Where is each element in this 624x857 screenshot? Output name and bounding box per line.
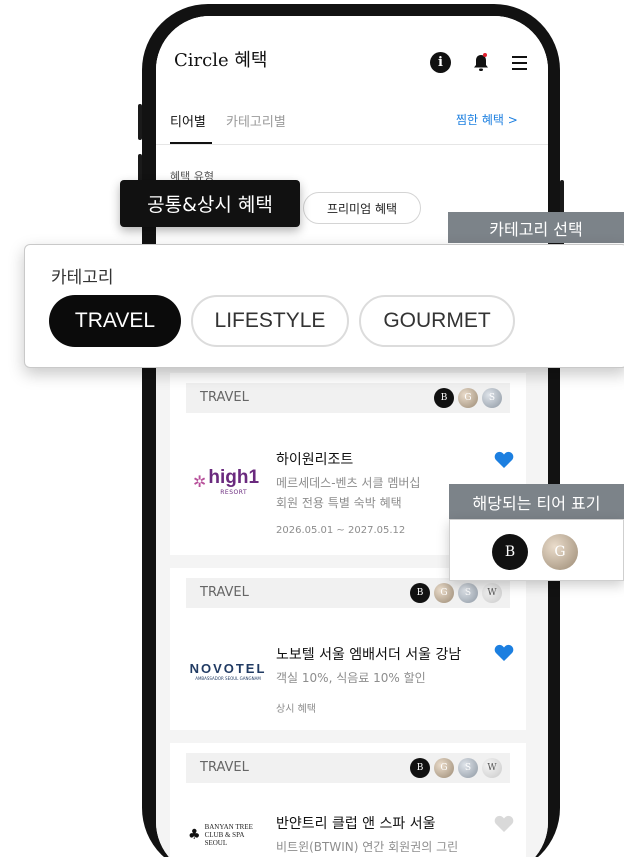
card-header: TRAVEL B G S <box>186 383 510 413</box>
tier-g-badge: G <box>458 388 478 408</box>
banyan-tree-icon: ♣ <box>188 827 201 843</box>
tier-b-badge: B <box>410 583 430 603</box>
category-travel-button[interactable]: TRAVEL <box>49 295 181 347</box>
card-header: TRAVEL B G S W <box>186 753 510 783</box>
card-category: TRAVEL <box>200 390 249 405</box>
card-title: 노보텔 서울 엠배서더 서울 강남 <box>276 647 462 663</box>
novotel-logo: NOVOTEL AMBASSADOR SEOUL GANGNAM <box>189 661 267 681</box>
tier-g-badge-large: G <box>542 534 578 570</box>
card-desc-line: 비트윈(BTWIN) 연간 회원권의 그린 <box>276 840 459 854</box>
tier-s-badge: S <box>458 758 478 778</box>
tier-g-badge: G <box>434 583 454 603</box>
heart-icon[interactable] <box>494 644 514 662</box>
category-panel: 카테고리 TRAVEL LIFESTYLE GOURMET <box>24 244 624 368</box>
card-category: TRAVEL <box>200 585 249 600</box>
benefit-card[interactable]: TRAVEL B G S W ♣ BANYAN TREE CLUB & SPA … <box>170 743 526 857</box>
tier-b-badge-large: B <box>492 534 528 570</box>
card-desc-line: 회원 전용 특별 숙박 혜택 <box>276 496 402 510</box>
phone-screen: Circle 혜택 i 티어별 카테고리별 찜한 혜택 > 혜택 유형 프리미엄… <box>156 16 548 857</box>
heart-icon[interactable] <box>494 815 514 833</box>
flower-icon: ✲ <box>192 471 207 491</box>
tier-w-badge: W <box>482 758 502 778</box>
tier-g-badge: G <box>434 758 454 778</box>
info-icon[interactable]: i <box>430 52 451 73</box>
banyan-tree-logo: ♣ BANYAN TREE CLUB & SPA SEOUL <box>188 823 253 847</box>
tier-s-badge: S <box>482 388 502 408</box>
bell-icon[interactable] <box>470 52 492 74</box>
tab-divider <box>156 144 548 145</box>
tab-tier[interactable]: 티어별 <box>170 111 206 130</box>
tier-w-badge: W <box>482 583 502 603</box>
tier-badges: B G S <box>430 388 502 408</box>
common-benefit-chip[interactable]: 공통&상시 혜택 <box>120 180 300 227</box>
tier-b-badge: B <box>410 758 430 778</box>
high1-resort-logo: ✲ high1 RESORT <box>192 466 260 496</box>
card-title: 반얀트리 클럽 앤 스파 서울 <box>276 816 436 832</box>
tier-indicator-callout: 해당되는 티어 표기 <box>449 484 624 519</box>
tier-s-badge: S <box>458 583 478 603</box>
tier-badges: B G S W <box>406 758 502 778</box>
category-select-callout: 카테고리 선택 <box>448 212 624 243</box>
card-category: TRAVEL <box>200 760 249 775</box>
category-panel-title: 카테고리 <box>51 268 114 288</box>
category-gourmet-button[interactable]: GOURMET <box>359 295 515 347</box>
card-period: 2026.05.01 ~ 2027.05.12 <box>276 525 406 536</box>
menu-icon[interactable] <box>508 52 530 74</box>
heart-icon[interactable] <box>494 451 514 469</box>
tab-category[interactable]: 카테고리별 <box>226 111 286 130</box>
tier-badges: B G S W <box>406 583 502 603</box>
card-period: 상시 혜택 <box>276 704 316 715</box>
tier-b-badge: B <box>434 388 454 408</box>
card-desc-line: 객실 10%, 식음료 10% 할인 <box>276 671 426 685</box>
favorites-link[interactable]: 찜한 혜택 > <box>456 111 518 128</box>
category-lifestyle-button[interactable]: LIFESTYLE <box>191 295 349 347</box>
card-title: 하이원리조트 <box>276 452 354 468</box>
notification-dot <box>483 53 487 57</box>
page-title: Circle 혜택 <box>174 50 268 71</box>
card-header: TRAVEL B G S W <box>186 578 510 608</box>
tier-indicator-sample: B G <box>449 519 624 581</box>
benefit-card[interactable]: TRAVEL B G S W NOVOTEL AMBASSADOR SEOUL … <box>170 568 526 730</box>
card-desc-line: 메르세데스-벤츠 서클 멤버십 <box>276 476 421 490</box>
premium-benefit-chip[interactable]: 프리미엄 혜택 <box>303 192 421 224</box>
